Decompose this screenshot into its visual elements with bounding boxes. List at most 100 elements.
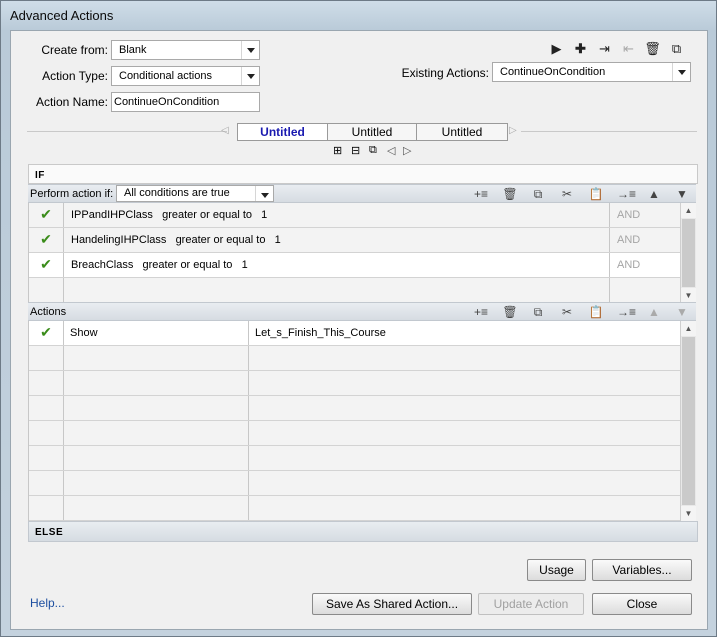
conditions-toolbar: Perform action if: All conditions are tr…	[28, 184, 696, 203]
perform-action-select[interactable]: All conditions are true	[116, 185, 274, 202]
checkmark-icon[interactable]: ✔	[29, 253, 64, 277]
logic-operator[interactable]: AND	[609, 203, 681, 227]
action-cell-empty	[64, 471, 249, 495]
paste-icon[interactable]: 📋	[587, 304, 605, 320]
actions-toolbar: Actions +≡ 🗑 ⧉ ✂ 📋 →≡ ▲ ▼	[28, 302, 696, 321]
table-row-empty[interactable]	[29, 278, 681, 303]
cut-icon[interactable]: ✂	[558, 304, 576, 320]
action-cell-empty	[64, 396, 249, 420]
insert-row-icon[interactable]: +≡	[472, 304, 490, 320]
add-tab-icon[interactable]: ⊞	[333, 144, 342, 157]
condition-variable: HandelingIHPClass	[71, 234, 167, 246]
condition-text: HandelingIHPClass greater or equal to 1	[71, 234, 281, 246]
table-row-empty[interactable]	[29, 421, 681, 446]
actions-grid: ✔ Show Let_s_Finish_This_Course	[28, 321, 681, 521]
conditions-scrollbar[interactable]: ▲ ▼	[680, 203, 696, 303]
paste-icon[interactable]: 📋	[587, 186, 605, 202]
tab-untitled-1[interactable]: Untitled	[237, 123, 328, 141]
scroll-down-icon[interactable]: ▼	[681, 288, 696, 303]
row-marker	[29, 346, 64, 370]
logic-operator-empty	[609, 278, 681, 302]
close-button[interactable]: Close	[592, 593, 692, 615]
prev-tab-icon[interactable]: ◁	[387, 144, 395, 157]
divider	[521, 131, 697, 132]
action-cell-empty	[64, 346, 249, 370]
copy-tab-icon[interactable]: ⧉	[369, 144, 377, 157]
import-icon[interactable]: ⇥	[595, 39, 614, 58]
perform-action-label: Perform action if:	[30, 188, 114, 200]
save-shared-action-button[interactable]: Save As Shared Action...	[312, 593, 472, 615]
usage-button[interactable]: Usage	[527, 559, 586, 581]
tab-untitled-3[interactable]: Untitled	[416, 123, 508, 141]
action-cell-empty	[64, 371, 249, 395]
action-type-value: Conditional actions	[119, 70, 212, 82]
remove-tab-icon[interactable]: ⊟	[351, 144, 360, 157]
actions-scrollbar[interactable]: ▲ ▼	[680, 321, 696, 521]
table-row-empty[interactable]	[29, 471, 681, 496]
table-row[interactable]: ✔ BreachClass greater or equal to 1 AND	[29, 253, 681, 278]
action-type-label: Action Type:	[42, 69, 108, 83]
scroll-down-icon[interactable]: ▼	[681, 506, 696, 521]
insert-row-icon[interactable]: +≡	[472, 186, 490, 202]
action-name-input[interactable]: ContinueOnCondition	[111, 92, 260, 112]
insert-after-icon[interactable]: →≡	[617, 304, 636, 320]
condition-value: 1	[274, 234, 281, 246]
row-marker	[29, 496, 64, 520]
condition-operator: greater or equal to	[162, 209, 252, 221]
row-marker	[29, 471, 64, 495]
table-row[interactable]: ✔ HandelingIHPClass greater or equal to …	[29, 228, 681, 253]
duplicate-icon[interactable]: ⧉	[667, 39, 686, 58]
logic-operator[interactable]: AND	[609, 253, 681, 277]
delete-row-icon[interactable]: 🗑	[501, 304, 519, 320]
move-up-icon[interactable]: ▲	[645, 186, 663, 202]
condition-variable: IPPandIHPClass	[71, 209, 153, 221]
table-row[interactable]: ✔ Show Let_s_Finish_This_Course	[29, 321, 681, 346]
table-row[interactable]: ✔ IPPandIHPClass greater or equal to 1 A…	[29, 203, 681, 228]
scroll-thumb[interactable]	[682, 219, 695, 287]
checkmark-icon[interactable]: ✔	[29, 203, 64, 227]
help-link[interactable]: Help...	[30, 596, 65, 610]
delete-row-icon[interactable]: 🗑	[501, 186, 519, 202]
action-type-select[interactable]: Conditional actions	[111, 66, 260, 86]
update-action-button[interactable]: Update Action	[478, 593, 584, 615]
delete-icon[interactable]: 🗑	[643, 39, 662, 58]
existing-actions-select[interactable]: ContinueOnCondition	[492, 62, 691, 82]
actions-label: Actions	[30, 306, 67, 318]
table-row-empty[interactable]	[29, 371, 681, 396]
move-down-icon[interactable]: ▼	[673, 186, 691, 202]
tab-untitled-2[interactable]: Untitled	[327, 123, 417, 141]
chevron-down-icon	[255, 186, 273, 201]
table-row-empty[interactable]	[29, 446, 681, 471]
table-row-empty[interactable]	[29, 496, 681, 521]
perform-action-value: All conditions are true	[124, 187, 230, 199]
scroll-up-icon[interactable]: ▲	[681, 203, 696, 218]
else-header[interactable]: ELSE	[28, 521, 698, 542]
checkmark-icon[interactable]: ✔	[29, 228, 64, 252]
table-row-empty[interactable]	[29, 346, 681, 371]
copy-row-icon[interactable]: ⧉	[529, 186, 547, 202]
next-tab-icon[interactable]: ▷	[403, 144, 411, 157]
move-down-icon[interactable]: ▼	[673, 304, 691, 320]
tab-scroll-left-icon[interactable]: ◁	[221, 125, 229, 136]
condition-value: 1	[241, 259, 248, 271]
logic-operator[interactable]: AND	[609, 228, 681, 252]
checkmark-icon[interactable]: ✔	[29, 321, 64, 345]
insert-after-icon[interactable]: →≡	[617, 186, 636, 202]
action-target[interactable]: Let_s_Finish_This_Course	[255, 327, 386, 339]
action-name[interactable]: Show	[64, 321, 249, 345]
table-row-empty[interactable]	[29, 396, 681, 421]
move-up-icon[interactable]: ▲	[645, 304, 663, 320]
variables-button[interactable]: Variables...	[592, 559, 692, 581]
scroll-up-icon[interactable]: ▲	[681, 321, 696, 336]
window-title: Advanced Actions	[10, 8, 114, 23]
scroll-thumb[interactable]	[682, 337, 695, 505]
tab-scroll-right-icon[interactable]: ▷	[509, 125, 517, 136]
add-icon[interactable]: ✚	[571, 39, 590, 58]
copy-row-icon[interactable]: ⧉	[529, 304, 547, 320]
chevron-down-icon	[241, 41, 259, 59]
preview-icon[interactable]: ▶	[547, 39, 566, 58]
cut-icon[interactable]: ✂	[558, 186, 576, 202]
export-icon[interactable]: ⇤	[619, 39, 638, 58]
condition-value: 1	[261, 209, 268, 221]
create-from-select[interactable]: Blank	[111, 40, 260, 60]
